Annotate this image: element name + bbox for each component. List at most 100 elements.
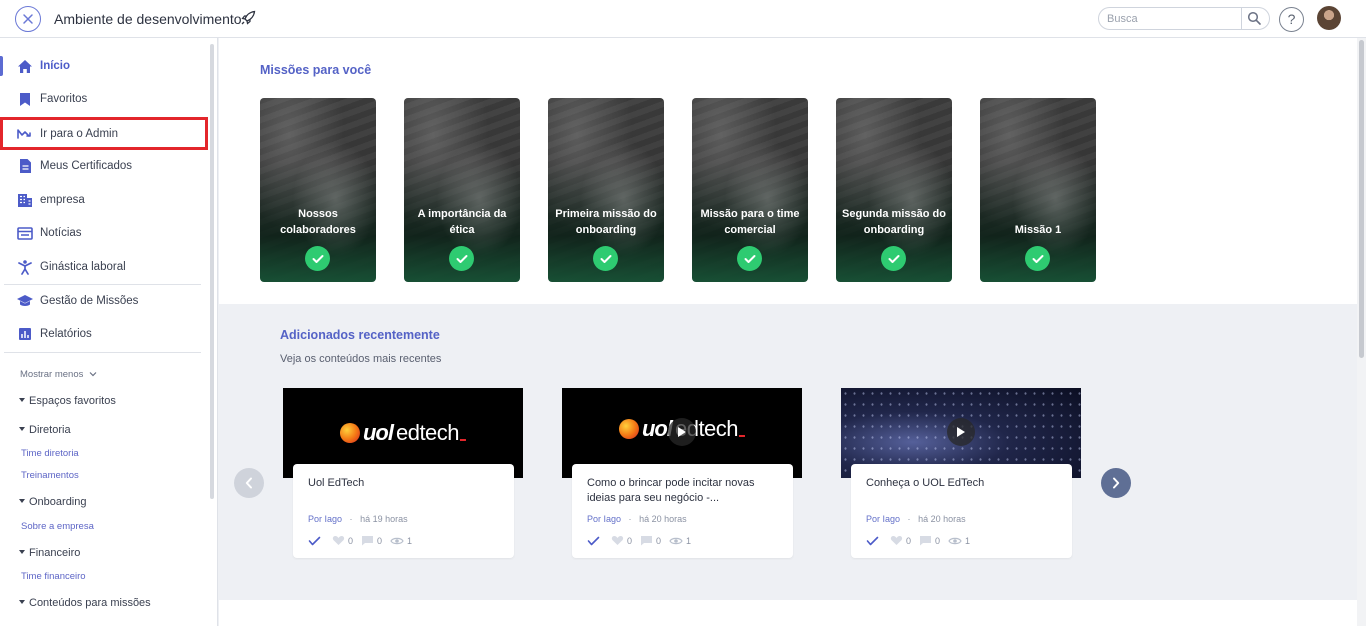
mission-card[interactable]: Segunda missão do onboarding [836,98,952,282]
sidebar-item-favoritos[interactable]: Favoritos [0,83,208,115]
sidebar-scrollbar[interactable] [210,44,214,499]
views-count: 1 [407,535,413,546]
content-card[interactable]: Conheça o UOL EdTech Por Iago · há 20 ho… [841,388,1081,560]
sidebar-item-relatorios[interactable]: Relatórios [0,318,208,350]
content-meta: Por Iago · há 20 horas [587,514,687,524]
views-stat: 1 [390,536,412,546]
group-diretoria[interactable]: Diretoria [19,424,71,436]
chevron-down-icon [89,372,97,377]
home-icon [16,57,34,75]
content-title[interactable]: Uol EdTech [308,476,498,491]
sidebar-item-label: Início [40,60,71,72]
sidebar-item-ginastica[interactable]: Ginástica laboral [0,251,208,283]
mission-card[interactable]: Missão 1 [980,98,1096,282]
search-box [1098,7,1270,30]
environment-title: Ambiente de desenvolvimento [54,11,242,27]
group-conteudos-missoes[interactable]: Conteúdos para missões [19,597,151,609]
content-author[interactable]: Por Iago [308,514,342,524]
views-count: 1 [686,535,692,546]
sidebar-item-gestao-missoes[interactable]: Gestão de Missões [0,285,208,317]
group-financeiro[interactable]: Financeiro [19,547,80,559]
completed-check-icon [305,246,330,271]
caret-down-icon [19,499,25,504]
sidebar-item-empresa[interactable]: empresa [0,184,208,216]
show-less-label: Mostrar menos [20,369,84,380]
uol-orb-icon [618,419,639,439]
views-stat: 1 [948,536,970,546]
group-onboarding[interactable]: Onboarding [19,496,87,508]
eye-icon [948,537,962,544]
close-button[interactable] [15,6,41,32]
group-espacos-favoritos[interactable]: Espaços favoritos [19,395,116,407]
sidebar-item-noticias[interactable]: Notícias [0,217,208,249]
help-button[interactable]: ? [1279,7,1304,32]
page-scrollbar[interactable] [1357,38,1366,626]
group-label: Conteúdos para missões [29,597,151,609]
comment-icon [641,536,653,546]
meta-separator: · [623,514,637,524]
mission-card[interactable]: Primeira missão do onboarding [548,98,664,282]
comment-button[interactable]: 0 [919,535,940,546]
bookmark-icon [16,90,34,108]
complete-button[interactable] [587,536,603,546]
group-label: Onboarding [29,496,87,508]
mission-card[interactable]: Nossos colaboradores [260,98,376,282]
content-title[interactable]: Conheça o UOL EdTech [866,476,1056,491]
close-icon [23,14,33,24]
sidebar-item-label: Favoritos [40,93,88,105]
link-sobre-a-empresa[interactable]: Sobre a empresa [21,521,94,532]
play-button[interactable] [668,418,696,446]
chevron-right-icon [1113,477,1120,489]
next-section [219,600,1357,626]
content-author[interactable]: Por Iago [866,514,900,524]
recent-subtitle: Veja os conteúdos mais recentes [280,353,442,365]
logo-dash [460,439,467,441]
content-info: Uol EdTech Por Iago · há 19 horas 0 0 1 [293,464,514,558]
chevron-left-icon [245,477,252,489]
comment-button[interactable]: 0 [640,535,661,546]
link-time-diretoria[interactable]: Time diretoria [21,448,79,459]
show-less-toggle[interactable]: Mostrar menos [20,369,97,380]
logo-uol-text: uol [362,420,394,445]
completed-check-icon [737,246,762,271]
sidebar-item-inicio[interactable]: Início [0,50,208,82]
search-icon[interactable] [1247,11,1262,26]
search-input[interactable] [1107,10,1239,27]
complete-button[interactable] [866,536,882,546]
uol-edtech-logo: uol edtech [339,420,467,446]
mission-card-title: Primeira missão do onboarding [555,208,657,236]
content-card[interactable]: uol edtech Uol EdTech Por Iago · há 19 h… [283,388,523,560]
content-author[interactable]: Por Iago [587,514,621,524]
comment-button[interactable]: 0 [361,535,382,546]
like-button[interactable]: 0 [611,535,632,546]
play-icon [957,427,965,437]
completed-check-icon [449,246,474,271]
content-title[interactable]: Como o brincar pode incitar novas ideias… [587,476,777,506]
content-card[interactable]: uol edtech Como o brincar pode incitar n… [562,388,802,560]
check-icon [308,536,321,545]
carousel-prev-button[interactable] [234,468,264,498]
sidebar-item-label: Notícias [40,227,82,239]
like-button[interactable]: 0 [332,535,353,546]
complete-button[interactable] [308,536,324,546]
mission-card[interactable]: A importância da ética [404,98,520,282]
link-time-financeiro[interactable]: Time financeiro [21,571,86,582]
mission-card-title: Nossos colaboradores [280,208,356,236]
group-label: Financeiro [29,547,81,559]
link-treinamentos[interactable]: Treinamentos [21,470,79,481]
meta-separator: · [344,514,358,524]
rocket-icon [241,10,256,25]
like-button[interactable]: 0 [890,535,911,546]
carousel-next-button[interactable] [1101,468,1131,498]
heart-icon [890,536,903,545]
page-scrollbar-thumb[interactable] [1359,40,1364,358]
content-time: há 20 horas [639,514,687,524]
sidebar-item-label: Gestão de Missões [40,295,139,307]
sidebar-item-certificados[interactable]: Meus Certificados [0,150,208,182]
sidebar-divider [4,352,201,353]
sidebar-item-admin[interactable]: Ir para o Admin [0,117,208,150]
avatar[interactable] [1317,6,1341,30]
mission-card[interactable]: Missão para o time comercial [692,98,808,282]
play-button[interactable] [947,418,975,446]
content-info: Como o brincar pode incitar novas ideias… [572,464,793,558]
